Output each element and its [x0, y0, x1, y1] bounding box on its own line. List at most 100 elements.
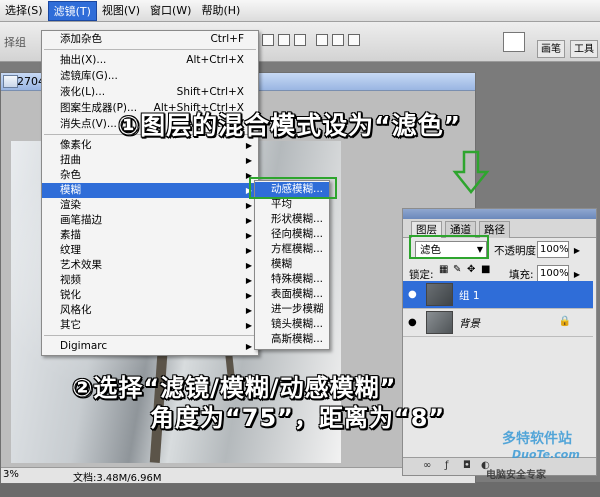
submenu-arrow-icon: ▶	[245, 261, 252, 270]
layer-style-icon[interactable]: ƒ	[445, 460, 449, 471]
layer-row-group[interactable]: ● 组 1	[403, 281, 593, 309]
menu-item-sketch[interactable]: 素描 ▶	[42, 228, 258, 243]
submenu-item-blur-more[interactable]: 进一步模糊	[255, 302, 329, 317]
menu-item-stylize[interactable]: 风格化 ▶	[42, 303, 258, 318]
chevron-right-icon: ▶	[573, 246, 580, 255]
menu-item-label: 艺术效果	[60, 259, 102, 271]
menu-item-sharpen[interactable]: 锐化 ▶	[42, 288, 258, 303]
menu-item-label: 模糊	[60, 184, 81, 196]
menu-item-liquify[interactable]: 液化(L)... Shift+Ctrl+X	[42, 85, 258, 100]
lock-all-icon[interactable]: ■	[481, 264, 490, 275]
menu-item-brush-strokes[interactable]: 画笔描边 ▶	[42, 213, 258, 228]
menu-view[interactable]: 视图(V)	[97, 1, 145, 21]
menu-item-label: 消失点(V)...	[60, 118, 117, 130]
submenu-item-surface-blur[interactable]: 表面模糊...	[255, 287, 329, 302]
annotation-step-2-params: 角度为“75”，距离为“8”	[150, 404, 446, 432]
fill-input[interactable]: 100% ▶	[537, 265, 580, 282]
menu-item-label: 其它	[60, 319, 81, 331]
opacity-label: 不透明度:	[494, 245, 540, 257]
menu-window[interactable]: 窗口(W)	[145, 1, 196, 21]
lock-pixels-icon[interactable]: ✎	[453, 264, 461, 275]
submenu-item-shape-blur[interactable]: 形状模糊...	[255, 212, 329, 227]
tab-tool-presets[interactable]: 工具	[570, 40, 598, 58]
layer-row-background[interactable]: ● 背景 🔒	[403, 309, 593, 337]
menu-item-shortcut: Shift+Ctrl+X	[176, 86, 244, 98]
submenu-arrow-icon: ▶	[245, 276, 252, 285]
menu-item-label: Digimarc	[60, 340, 108, 352]
menu-item-video[interactable]: 视频 ▶	[42, 273, 258, 288]
submenu-arrow-icon: ▶	[245, 306, 252, 315]
eye-icon[interactable]: ●	[408, 289, 417, 300]
menu-item-label: 滤镜库(G)...	[60, 70, 118, 82]
menu-item-label: 风格化	[60, 304, 92, 316]
submenu-item-lens-blur[interactable]: 镜头模糊...	[255, 317, 329, 332]
menu-item-extract[interactable]: 抽出(X)... Alt+Ctrl+X	[42, 53, 258, 68]
align-right-icon[interactable]	[348, 34, 360, 46]
submenu-arrow-icon: ▶	[245, 321, 252, 330]
lock-position-icon[interactable]: ✥	[467, 264, 475, 275]
close-icon[interactable]	[3, 75, 18, 88]
layer-name: 组 1	[459, 290, 480, 302]
tab-brush[interactable]: 画笔	[537, 40, 565, 58]
submenu-item-gaussian-blur[interactable]: 高斯模糊...	[255, 332, 329, 347]
watermark-url: DuoTe.com	[512, 448, 580, 461]
opacity-input[interactable]: 100% ▶	[537, 241, 580, 258]
layer-thumbnail	[426, 283, 453, 306]
menu-item-label: 锐化	[60, 289, 81, 301]
menu-filter[interactable]: 滤镜(T)	[47, 0, 97, 21]
submenu-arrow-icon: ▶	[245, 231, 252, 240]
watermark-tagline: 电脑安全专家	[486, 470, 546, 481]
arrow-down-icon	[452, 150, 490, 194]
menu-divider	[44, 49, 256, 50]
align-top-icon[interactable]	[262, 34, 274, 46]
menu-help[interactable]: 帮助(H)	[196, 1, 245, 21]
zoom-level[interactable]: 3%	[3, 469, 19, 480]
menu-item-other[interactable]: 其它 ▶	[42, 318, 258, 333]
link-layers-icon[interactable]: ∞	[423, 460, 431, 471]
menu-item-shortcut: Ctrl+F	[210, 33, 244, 45]
menu-item-render[interactable]: 渲染 ▶	[42, 198, 258, 213]
submenu-arrow-icon: ▶	[245, 216, 252, 225]
bridge-icon[interactable]	[503, 32, 525, 52]
layer-name: 背景	[459, 318, 480, 330]
menu-item-noise[interactable]: 杂色 ▶	[42, 168, 258, 183]
menu-item-digimarc[interactable]: Digimarc ▶	[42, 339, 258, 354]
submenu-arrow-icon: ▶	[245, 246, 252, 255]
align-center-icon[interactable]	[332, 34, 344, 46]
submenu-item-smart-blur[interactable]: 特殊模糊...	[255, 272, 329, 287]
layer-mask-icon[interactable]: ◘	[463, 460, 471, 471]
menu-item-label: 液化(L)...	[60, 86, 106, 98]
submenu-item-average[interactable]: 平均	[255, 197, 329, 212]
submenu-item-box-blur[interactable]: 方框模糊...	[255, 242, 329, 257]
menu-item-label: 添加杂色	[60, 33, 102, 45]
panel-title-bar[interactable]	[403, 209, 596, 219]
document-size: 文档:3.48M/6.96M	[73, 473, 162, 484]
menu-item-distort[interactable]: 扭曲 ▶	[42, 153, 258, 168]
menu-item-label: 渲染	[60, 199, 81, 211]
auto-select-group-label: 择组	[4, 36, 26, 49]
menu-item-filter-gallery[interactable]: 滤镜库(G)...	[42, 69, 258, 84]
menu-item-label: 纹理	[60, 244, 81, 256]
submenu-arrow-icon: ▶	[245, 201, 252, 210]
opacity-value: 100%	[540, 244, 569, 255]
lock-transparency-icon[interactable]: ▦	[439, 264, 448, 275]
align-bottom-icon[interactable]	[294, 34, 306, 46]
submenu-item-radial-blur[interactable]: 径向模糊...	[255, 227, 329, 242]
align-left-icon[interactable]	[316, 34, 328, 46]
menu-divider	[44, 335, 256, 336]
fill-value: 100%	[540, 268, 569, 279]
watermark-brand: 多特软件站	[502, 431, 572, 447]
menu-item-last-filter[interactable]: 添加杂色 Ctrl+F	[42, 32, 258, 47]
eye-icon[interactable]: ●	[408, 317, 417, 328]
align-middle-icon[interactable]	[278, 34, 290, 46]
menu-item-texture[interactable]: 纹理 ▶	[42, 243, 258, 258]
submenu-item-blur[interactable]: 模糊	[255, 257, 329, 272]
menu-item-artistic[interactable]: 艺术效果 ▶	[42, 258, 258, 273]
blur-submenu: 动感模糊... 平均 形状模糊... 径向模糊... 方框模糊... 模糊 特殊…	[254, 180, 330, 350]
menu-item-blur[interactable]: 模糊 ▶	[42, 183, 258, 198]
lock-label: 锁定:	[409, 269, 434, 281]
menu-item-label: 视频	[60, 274, 81, 286]
menu-select[interactable]: 选择(S)	[0, 1, 48, 21]
menu-item-shortcut: Alt+Ctrl+X	[186, 54, 244, 66]
submenu-arrow-icon: ▶	[245, 342, 252, 351]
